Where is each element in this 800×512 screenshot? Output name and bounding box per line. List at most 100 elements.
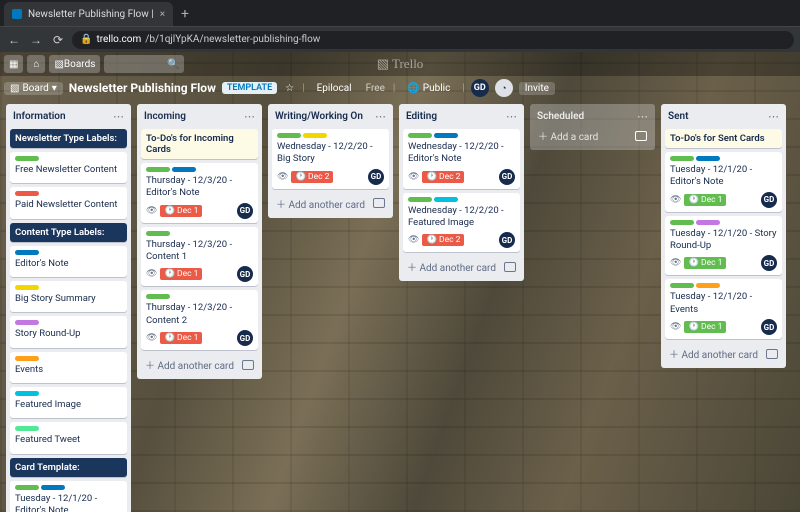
due-badge: 🕐 Dec 2 [422, 234, 464, 246]
home-button[interactable]: ⌂ [27, 55, 45, 73]
card-member-avatar[interactable]: GD [761, 319, 777, 335]
new-tab-button[interactable]: + [181, 6, 189, 22]
card-free-content[interactable]: Free Newsletter Content [10, 152, 127, 183]
card-header-content-types[interactable]: Content Type Labels: [10, 223, 127, 242]
card-sent-3[interactable]: Tuesday - 12/1/20 - Events👁🕐 Dec 1GD [665, 279, 782, 339]
watch-icon: 👁 [277, 172, 288, 182]
card-member-avatar[interactable]: GD [499, 232, 515, 248]
card-member-avatar[interactable]: GD [237, 330, 253, 346]
add-card-button[interactable]: ＋ Add a card [534, 125, 651, 146]
card-editing-1[interactable]: Wednesday - 12/2/20 - Editor's Note👁🕐 De… [403, 129, 520, 189]
board-view-switcher[interactable]: ▧ Board ▾ [4, 82, 63, 95]
list-title[interactable]: Scheduled [537, 111, 584, 122]
template-icon[interactable] [635, 131, 647, 141]
card-sent-2[interactable]: Tuesday - 12/1/20 - Story Round-Up👁🕐 Dec… [665, 216, 782, 276]
due-badge: 🕐 Dec 1 [684, 257, 726, 269]
watch-icon: 👁 [670, 195, 681, 205]
workspace-plan: Free [364, 82, 387, 95]
browser-tab-strip: Newsletter Publishing Flow | × + [0, 0, 800, 26]
card-featured-image-label[interactable]: Featured Image [10, 387, 127, 418]
list-editing: Editing ⋯ Wednesday - 12/2/20 - Editor's … [399, 104, 524, 281]
watch-icon: 👁 [146, 333, 157, 343]
card-editing-2[interactable]: Wednesday - 12/2/20 - Featured Image👁🕐 D… [403, 193, 520, 253]
due-badge: 🕐 Dec 2 [291, 171, 333, 183]
favicon-icon [12, 9, 22, 19]
template-icon[interactable] [373, 198, 385, 208]
board-name[interactable]: Newsletter Publishing Flow [69, 81, 216, 95]
browser-toolbar: ← → ⟳ 🔒 trello.com/b/1qjlYpKA/newsletter… [0, 26, 800, 52]
add-card-button[interactable]: ＋ Add another card [272, 193, 389, 214]
card-sticky-incoming[interactable]: To-Do's for Incoming Cards [141, 129, 258, 159]
lock-icon: 🔒 [80, 34, 92, 45]
card-member-avatar[interactable]: GD [761, 255, 777, 271]
list-menu-icon[interactable]: ⋯ [375, 110, 386, 123]
card-editors-note-label[interactable]: Editor's Note [10, 246, 127, 277]
list-sent: Sent ⋯ To-Do's for Sent Cards Tuesday - 1… [661, 104, 786, 368]
add-card-button[interactable]: ＋ Add another card [141, 354, 258, 375]
card-events-label[interactable]: Events [10, 352, 127, 383]
list-menu-icon[interactable]: ⋯ [506, 110, 517, 123]
card-writing-1[interactable]: Wednesday - 12/2/20 - Big Story👁🕐 Dec 2G… [272, 129, 389, 189]
list-menu-icon[interactable]: ⋯ [244, 110, 255, 123]
card-big-story-label[interactable]: Big Story Summary [10, 281, 127, 312]
boards-button[interactable]: ▧ Boards [49, 55, 100, 73]
card-member-avatar[interactable]: GD [368, 169, 384, 185]
list-title[interactable]: Sent [668, 111, 688, 122]
browser-tab[interactable]: Newsletter Publishing Flow | × [4, 2, 173, 26]
template-icon[interactable] [766, 349, 778, 359]
watch-icon: 👁 [408, 235, 419, 245]
workspace-link[interactable]: Epilocal [311, 82, 358, 95]
card-sticky-sent[interactable]: To-Do's for Sent Cards [665, 129, 782, 148]
list-title[interactable]: Editing [406, 111, 437, 122]
template-icon[interactable] [242, 360, 254, 370]
search-input[interactable]: 🔍 [104, 55, 184, 73]
due-badge: 🕐 Dec 1 [160, 332, 202, 344]
invite-button[interactable]: Invite [519, 82, 555, 95]
back-button[interactable]: ← [6, 33, 22, 47]
template-icon[interactable] [504, 262, 516, 272]
card-story-roundup-label[interactable]: Story Round-Up [10, 316, 127, 347]
card-member-avatar[interactable]: GD [499, 169, 515, 185]
due-badge: 🕐 Dec 1 [160, 205, 202, 217]
list-menu-icon[interactable]: ⋯ [113, 110, 124, 123]
member-avatar[interactable]: GD [471, 79, 489, 97]
card-header-newsletter-types[interactable]: Newsletter Type Labels: [10, 129, 127, 148]
card-member-avatar[interactable]: GD [761, 192, 777, 208]
address-bar[interactable]: 🔒 trello.com/b/1qjlYpKA/newsletter-publi… [72, 31, 794, 49]
member-avatar-alt[interactable]: ◔ [495, 79, 513, 97]
reload-button[interactable]: ⟳ [50, 33, 66, 47]
watch-icon: 👁 [146, 269, 157, 279]
list-menu-icon[interactable]: ⋯ [768, 110, 779, 123]
forward-button[interactable]: → [28, 33, 44, 47]
card-incoming-1[interactable]: Thursday - 12/3/20 - Editor's Note👁🕐 Dec… [141, 163, 258, 223]
list-writing: Writing/Working On ⋯ Wednesday - 12/2/20 … [268, 104, 393, 218]
due-badge: 🕐 Dec 1 [160, 268, 202, 280]
list-title[interactable]: Information [13, 111, 66, 122]
list-title[interactable]: Writing/Working On [275, 111, 363, 122]
card-header-card-template[interactable]: Card Template: [10, 458, 127, 477]
card-featured-tweet-label[interactable]: Featured Tweet [10, 422, 127, 453]
add-card-button[interactable]: ＋ Add another card [403, 256, 520, 277]
card-template-example[interactable]: Tuesday - 12/1/20 - Editor's Note ▧ Temp… [10, 481, 127, 512]
card-incoming-2[interactable]: Thursday - 12/3/20 - Content 1👁🕐 Dec 1GD [141, 227, 258, 287]
card-sent-1[interactable]: Tuesday - 12/1/20 - Editor's Note👁🕐 Dec … [665, 152, 782, 212]
url-domain: trello.com [96, 34, 141, 45]
apps-button[interactable]: ▦ [4, 55, 23, 73]
list-title[interactable]: Incoming [144, 111, 186, 122]
trello-logo: ▧ Trello [377, 56, 424, 72]
card-member-avatar[interactable]: GD [237, 203, 253, 219]
tab-title: Newsletter Publishing Flow | [28, 9, 154, 20]
close-icon[interactable]: × [160, 9, 165, 20]
add-card-button[interactable]: ＋ Add another card [665, 343, 782, 364]
card-paid-content[interactable]: Paid Newsletter Content [10, 187, 127, 218]
card-member-avatar[interactable]: GD [237, 266, 253, 282]
due-badge: 🕐 Dec 1 [684, 321, 726, 333]
list-scheduled: Scheduled ⋯ ＋ Add a card [530, 104, 655, 150]
watch-icon: 👁 [670, 258, 681, 268]
due-badge: 🕐 Dec 1 [684, 194, 726, 206]
board-canvas: Information ⋯ Newsletter Type Labels: Fre… [0, 100, 800, 512]
card-incoming-3[interactable]: Thursday - 12/3/20 - Content 2👁🕐 Dec 1GD [141, 290, 258, 350]
visibility-button[interactable]: 🌐 Public [401, 82, 456, 95]
star-button[interactable]: ☆ [283, 82, 296, 95]
list-menu-icon[interactable]: ⋯ [637, 110, 648, 123]
